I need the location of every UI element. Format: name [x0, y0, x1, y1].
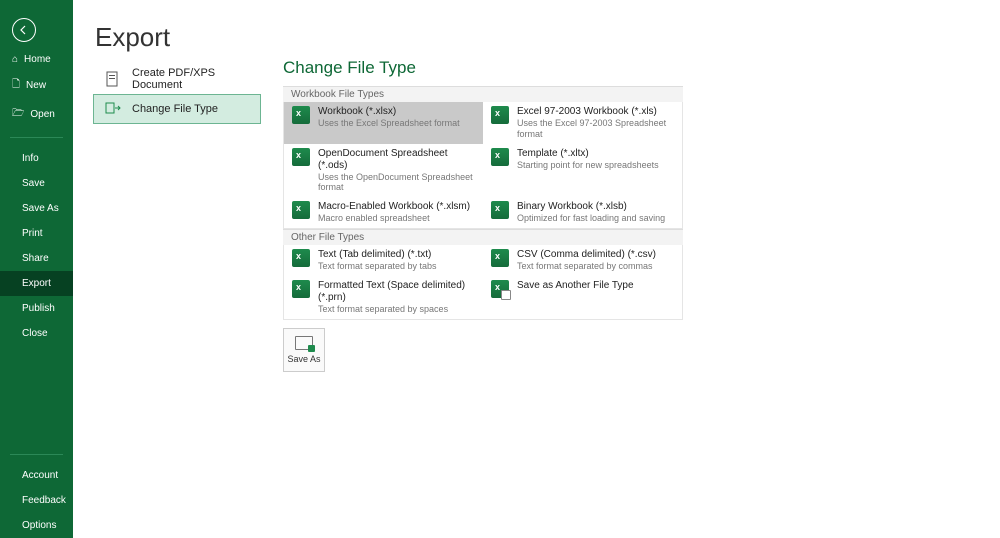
filetype-xlsx[interactable]: Workbook (*.xlsx)Uses the Excel Spreadsh… — [284, 102, 483, 144]
sidebar-separator — [10, 454, 63, 455]
sidebar-separator — [10, 137, 63, 138]
filetype-title: Text (Tab delimited) (*.txt) — [318, 249, 437, 261]
excel-icon — [292, 106, 310, 124]
filetype-title: Save as Another File Type — [517, 280, 634, 292]
filetype-ods[interactable]: OpenDocument Spreadsheet (*.ods)Uses the… — [284, 144, 483, 198]
saveas-button[interactable]: Save As — [283, 328, 325, 372]
export-option-pdfxps[interactable]: Create PDF/XPS Document — [93, 64, 261, 94]
sidebar-item-export[interactable]: Export — [0, 271, 73, 296]
pdf-icon — [104, 70, 122, 88]
excel-icon — [292, 201, 310, 219]
filetype-title: Binary Workbook (*.xlsb) — [517, 201, 665, 213]
sidebar-label: Print — [22, 228, 43, 239]
filetype-sub: Uses the OpenDocument Spreadsheet format — [318, 172, 475, 194]
filetype-xlsm[interactable]: Macro-Enabled Workbook (*.xlsm)Macro ena… — [284, 197, 483, 228]
changefiletype-panel: Change File Type Workbook File Types Wor… — [283, 58, 980, 518]
sidebar-label: Close — [22, 328, 48, 339]
sidebar-label: Save — [22, 178, 45, 189]
filetype-title: Macro-Enabled Workbook (*.xlsm) — [318, 201, 470, 213]
sidebar-label: Save As — [22, 203, 59, 214]
sidebar-item-feedback[interactable]: Feedback — [0, 488, 73, 513]
filetype-sub: Text format separated by spaces — [318, 304, 475, 315]
filetype-csv[interactable]: CSV (Comma delimited) (*.csv)Text format… — [483, 245, 682, 276]
sidebar-item-save[interactable]: Save — [0, 171, 73, 196]
sidebar-item-share[interactable]: Share — [0, 246, 73, 271]
sidebar-label: Share — [22, 253, 49, 264]
filetype-another[interactable]: Save as Another File Type — [483, 276, 682, 319]
excel-icon — [491, 201, 509, 219]
saveas-icon — [491, 280, 509, 298]
filetype-title: Workbook (*.xlsx) — [318, 106, 460, 118]
saveas-label: Save As — [287, 354, 320, 364]
filetype-sub: Starting point for new spreadsheets — [517, 160, 659, 171]
filetype-sub: Optimized for fast loading and saving — [517, 213, 665, 224]
excel-icon — [292, 280, 310, 298]
filetype-title: Excel 97-2003 Workbook (*.xls) — [517, 106, 674, 118]
filetype-txt[interactable]: Text (Tab delimited) (*.txt)Text format … — [284, 245, 483, 276]
excel-icon — [491, 249, 509, 267]
sidebar-item-home[interactable]: ⌂ Home — [0, 48, 73, 71]
filetype-title: Template (*.xltx) — [517, 148, 659, 160]
filetype-title: OpenDocument Spreadsheet (*.ods) — [318, 148, 475, 172]
sidebar-label: Home — [24, 54, 51, 65]
filetype-sub: Uses the Excel 97-2003 Spreadsheet forma… — [517, 118, 674, 140]
export-option-label: Create PDF/XPS Document — [132, 67, 250, 91]
page-title: Export — [95, 22, 170, 53]
sidebar-label: Options — [22, 520, 56, 531]
filetype-title: Formatted Text (Space delimited) (*.prn) — [318, 280, 475, 304]
sidebar-item-saveas[interactable]: Save As — [0, 196, 73, 221]
filetype-prn[interactable]: Formatted Text (Space delimited) (*.prn)… — [284, 276, 483, 319]
filetype-title: CSV (Comma delimited) (*.csv) — [517, 249, 656, 261]
filetype-sub: Macro enabled spreadsheet — [318, 213, 470, 224]
excel-icon — [292, 249, 310, 267]
sidebar-item-print[interactable]: Print — [0, 221, 73, 246]
filetype-xlsb[interactable]: Binary Workbook (*.xlsb)Optimized for fa… — [483, 197, 682, 228]
sidebar-item-close[interactable]: Close — [0, 321, 73, 346]
sidebar-label: New — [26, 80, 46, 91]
sidebar-item-new[interactable]: 🗋 New — [0, 71, 73, 100]
sidebar-label: Open — [30, 109, 54, 120]
changefiletype-icon — [104, 100, 122, 118]
sidebar-label: Publish — [22, 303, 55, 314]
filetype-xltx[interactable]: Template (*.xltx)Starting point for new … — [483, 144, 682, 198]
export-option-changefiletype[interactable]: Change File Type — [93, 94, 261, 124]
section-header: Workbook File Types — [283, 86, 683, 102]
open-icon: 🗁 — [12, 106, 24, 123]
sidebar-item-open[interactable]: 🗁 Open — [0, 100, 73, 129]
excel-icon — [491, 106, 509, 124]
section-header: Other File Types — [283, 229, 683, 245]
other-file-types: Text (Tab delimited) (*.txt)Text format … — [283, 245, 683, 320]
export-option-label: Change File Type — [132, 103, 218, 115]
workbook-file-types: Workbook (*.xlsx)Uses the Excel Spreadsh… — [283, 102, 683, 229]
content-title: Change File Type — [283, 58, 980, 78]
sidebar-item-info[interactable]: Info — [0, 146, 73, 171]
sidebar-label: Info — [22, 153, 39, 164]
excel-icon — [491, 148, 509, 166]
sidebar-item-options[interactable]: Options — [0, 513, 73, 538]
filetype-sub: Text format separated by commas — [517, 261, 656, 272]
sidebar-label: Export — [22, 278, 51, 289]
excel-icon — [292, 148, 310, 166]
export-options: Create PDF/XPS Document Change File Type — [93, 64, 261, 518]
sidebar-label: Account — [22, 470, 58, 481]
backstage-main: Export Create PDF/XPS Document Change Fi… — [73, 0, 1000, 538]
filetype-sub: Text format separated by tabs — [318, 261, 437, 272]
back-button[interactable] — [12, 18, 36, 42]
new-icon: 🗋 — [12, 77, 20, 94]
sidebar-item-publish[interactable]: Publish — [0, 296, 73, 321]
sidebar-label: Feedback — [22, 495, 66, 506]
filetype-xls[interactable]: Excel 97-2003 Workbook (*.xls)Uses the E… — [483, 102, 682, 144]
filetype-sub: Uses the Excel Spreadsheet format — [318, 118, 460, 129]
sidebar-item-account[interactable]: Account — [0, 463, 73, 488]
backstage-sidebar: ⌂ Home 🗋 New 🗁 Open Info Save Save As Print… — [0, 0, 73, 538]
saveas-icon — [295, 336, 313, 350]
home-icon: ⌂ — [12, 54, 18, 65]
